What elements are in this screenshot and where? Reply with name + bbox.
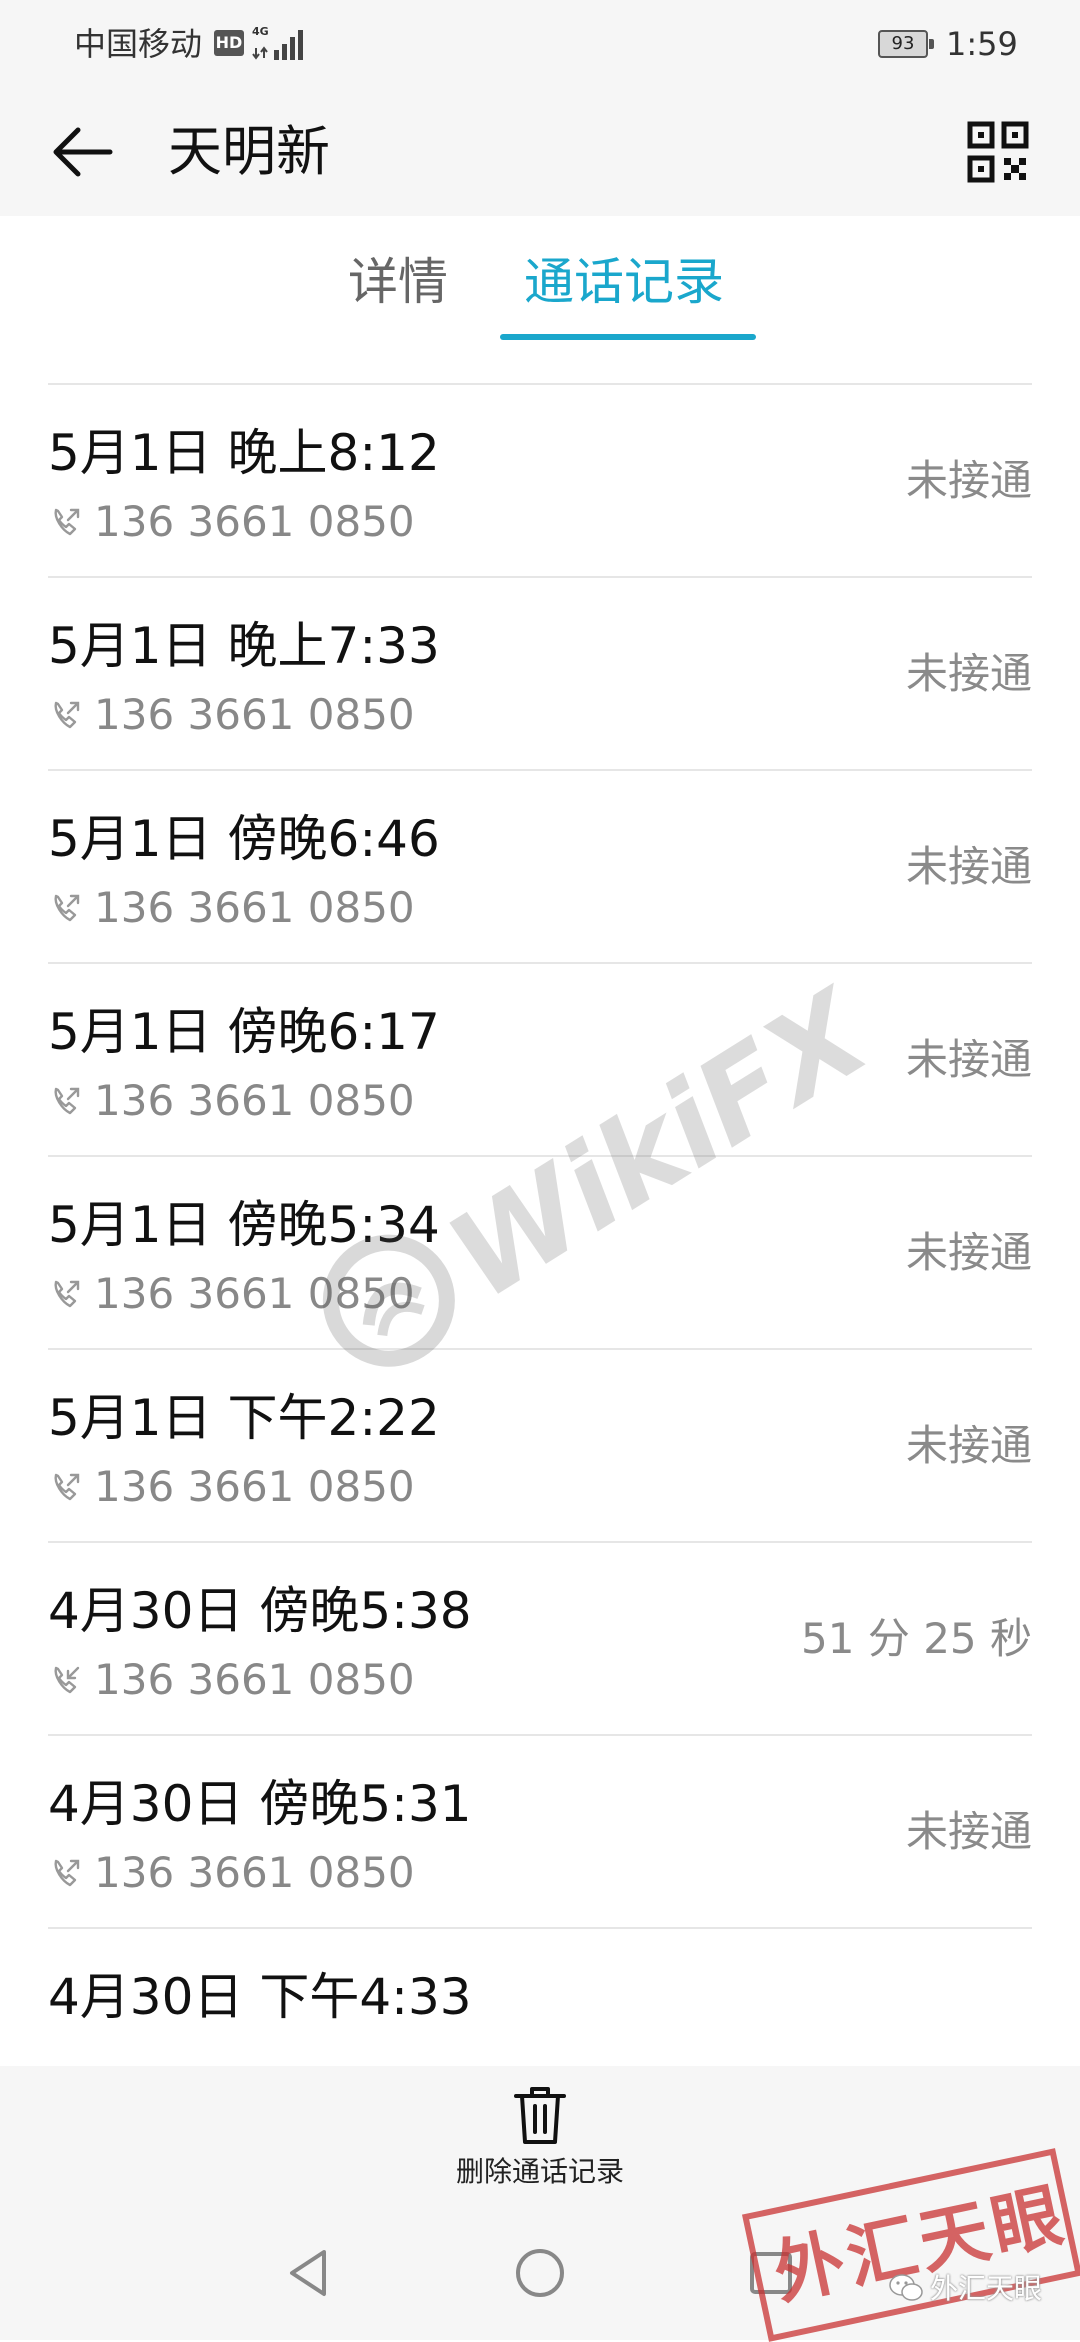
call-time: 5月1日 下午2:22 xyxy=(48,1389,440,1447)
call-status: 未接通 xyxy=(905,1228,1032,1277)
call-log-row[interactable]: 5月1日 傍晚6:46 136 3661 0850 未接通 xyxy=(0,771,1080,964)
call-time: 5月1日 晚上7:33 xyxy=(48,617,440,675)
call-number-line: 136 3661 0850 xyxy=(48,346,415,356)
call-number: 136 3661 0850 xyxy=(94,690,415,739)
trash-icon xyxy=(514,2087,566,2144)
call-number-line: 136 3661 0850 xyxy=(48,495,415,549)
call-log-row[interactable]: 4月30日 傍晚5:31 136 3661 0850 未接通 xyxy=(0,1736,1080,1929)
call-number: 136 3661 0850 xyxy=(94,346,415,356)
call-log-row[interactable]: 5月1日 傍晚5:34 136 3661 0850 未接通 xyxy=(0,1157,1080,1350)
signal-icon: 4G xyxy=(252,25,303,60)
outgoing-call-icon xyxy=(48,1855,84,1891)
tab-bar: 详情 通话记录 xyxy=(0,216,1080,346)
call-log-row[interactable]: 4月30日 下午4:33 xyxy=(0,1929,1080,2066)
call-time: 4月30日 下午4:33 xyxy=(48,1968,472,2026)
call-log-row[interactable]: 5月1日 傍晚6:17 136 3661 0850 未接通 xyxy=(0,964,1080,1157)
nav-home-circle-icon xyxy=(516,2249,564,2297)
incoming-call-icon xyxy=(48,1662,84,1698)
call-time: 5月1日 傍晚5:34 xyxy=(48,1196,440,1254)
nav-back-triangle-icon xyxy=(290,2250,326,2296)
outgoing-call-icon xyxy=(48,504,84,540)
call-status: 未接通 xyxy=(905,1035,1032,1084)
nav-recent-button[interactable] xyxy=(736,2238,806,2308)
call-number-line: 136 3661 0850 xyxy=(48,881,415,935)
battery-icon: 93 xyxy=(878,30,934,58)
delete-call-log-button[interactable]: 删除通话记录 xyxy=(440,2066,640,2206)
incoming-call-icon xyxy=(48,346,84,347)
call-log-row[interactable]: 5月1日 晚上7:33 136 3661 0850 未接通 xyxy=(0,578,1080,771)
call-number: 136 3661 0850 xyxy=(94,883,415,932)
call-time: 4月30日 傍晚5:31 xyxy=(48,1775,472,1833)
call-log-list[interactable]: 136 3661 08504分47秒 5月1日 晚上8:12 136 3661 08… xyxy=(0,346,1080,2066)
tab-call-log[interactable]: 通话记录 xyxy=(524,250,724,314)
call-number: 136 3661 0850 xyxy=(94,1076,415,1125)
call-status: 未接通 xyxy=(905,1421,1032,1470)
call-status: 未接通 xyxy=(905,1807,1032,1856)
call-time: 4月30日 傍晚5:38 xyxy=(48,1582,472,1640)
battery-level: 93 xyxy=(891,33,915,54)
delete-call-log-label: 删除通话记录 xyxy=(455,2155,624,2188)
nav-home-button[interactable] xyxy=(505,2238,575,2308)
back-button[interactable] xyxy=(44,112,124,192)
call-number-line: 136 3661 0850 xyxy=(48,688,415,742)
call-number-line: 136 3661 0850 xyxy=(48,1074,415,1128)
outgoing-call-icon xyxy=(48,697,84,733)
call-number-line: 136 3661 0850 xyxy=(48,1460,415,1514)
nav-recent-square-icon xyxy=(750,2252,792,2294)
system-nav-bar xyxy=(0,2206,1080,2340)
tab-details[interactable]: 详情 xyxy=(348,250,448,314)
call-status: 未接通 xyxy=(905,456,1032,505)
call-log-row[interactable]: 4月30日 傍晚5:38 136 3661 0850 51 分 25 秒 xyxy=(0,1543,1080,1736)
call-status: 未接通 xyxy=(905,842,1032,891)
carrier-name: 中国移动 xyxy=(74,25,203,63)
call-number: 136 3661 0850 xyxy=(94,1848,415,1897)
call-number-line: 136 3661 0850 xyxy=(48,1846,415,1900)
call-log-row[interactable]: 5月1日 晚上8:12 136 3661 0850 未接通 xyxy=(0,385,1080,578)
tab-indicator xyxy=(500,334,756,340)
hd-badge: HD xyxy=(214,30,244,56)
call-status: 未接通 xyxy=(905,649,1032,698)
qr-code-button[interactable] xyxy=(958,112,1038,192)
outgoing-call-icon xyxy=(48,1276,84,1312)
outgoing-call-icon xyxy=(48,1469,84,1505)
app-bar: 天明新 xyxy=(0,88,1080,216)
call-log-row[interactable]: 136 3661 08504分47秒 xyxy=(0,346,1080,385)
outgoing-call-icon xyxy=(48,890,84,926)
bottom-action-bar: 删除通话记录 xyxy=(0,2066,1080,2206)
contact-name: 天明新 xyxy=(168,120,330,183)
call-number-line: 136 3661 0850 xyxy=(48,1653,415,1707)
call-number-line: 136 3661 0850 xyxy=(48,1267,415,1321)
call-time: 5月1日 傍晚6:17 xyxy=(48,1003,440,1061)
status-bar: 中国移动 HD 4G 93 1:59 xyxy=(0,0,1080,88)
nav-back-button[interactable] xyxy=(274,2238,344,2308)
call-time: 5月1日 晚上8:12 xyxy=(48,424,440,482)
qr-code-icon xyxy=(967,121,1029,183)
call-number: 136 3661 0850 xyxy=(94,1655,415,1704)
status-time: 1:59 xyxy=(946,25,1018,63)
outgoing-call-icon xyxy=(48,1083,84,1119)
network-type: 4G xyxy=(252,25,269,38)
call-log-row[interactable]: 5月1日 下午2:22 136 3661 0850 未接通 xyxy=(0,1350,1080,1543)
call-time: 5月1日 傍晚6:46 xyxy=(48,810,440,868)
call-number: 136 3661 0850 xyxy=(94,497,415,546)
arrow-left-icon xyxy=(53,127,113,177)
call-number: 136 3661 0850 xyxy=(94,1269,415,1318)
call-number: 136 3661 0850 xyxy=(94,1462,415,1511)
call-log-items: 136 3661 08504分47秒 5月1日 晚上8:12 136 3661 08… xyxy=(0,346,1080,2066)
call-status: 51 分 25 秒 xyxy=(801,1614,1032,1663)
